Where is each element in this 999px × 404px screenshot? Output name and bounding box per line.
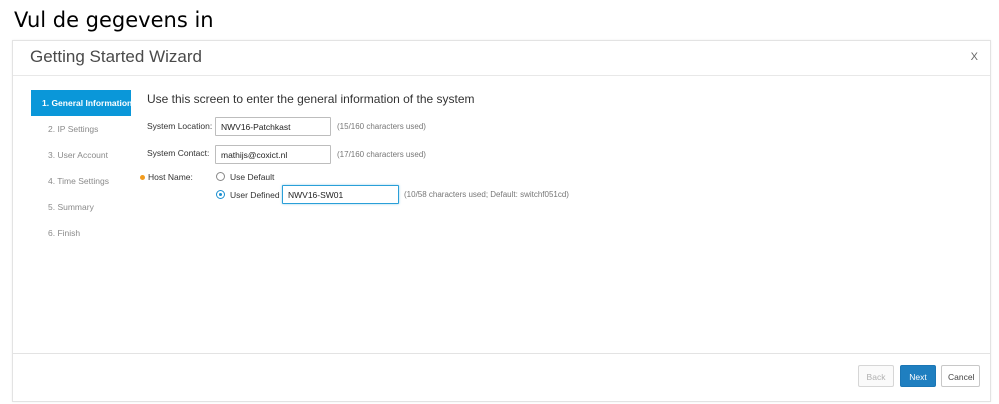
dialog-header: Getting Started Wizard X xyxy=(13,41,990,76)
step-user-account[interactable]: 3. User Account xyxy=(31,142,131,168)
back-button[interactable]: Back xyxy=(858,365,894,387)
use-default-radio[interactable] xyxy=(216,172,225,181)
host-name-input[interactable] xyxy=(282,185,399,204)
system-contact-input[interactable] xyxy=(215,145,331,164)
step-general-information[interactable]: 1. General Information xyxy=(31,90,132,116)
step-finish[interactable]: 6. Finish xyxy=(31,220,131,246)
step-ip-settings[interactable]: 2. IP Settings xyxy=(31,116,131,142)
step-time-settings[interactable]: 4. Time Settings xyxy=(31,168,131,194)
system-location-label: System Location: xyxy=(147,121,213,131)
host-name-char-count: (10/58 characters used; Default: switchf… xyxy=(404,190,569,199)
dialog-title: Getting Started Wizard xyxy=(30,47,202,66)
host-name-label: Host Name: xyxy=(148,172,193,182)
cancel-button[interactable]: Cancel xyxy=(941,365,980,387)
step-summary[interactable]: 5. Summary xyxy=(31,194,131,220)
wizard-dialog: Getting Started Wizard X 1. General Info… xyxy=(12,40,991,402)
next-button[interactable]: Next xyxy=(900,365,936,387)
use-default-label[interactable]: Use Default xyxy=(230,172,274,182)
required-marker-icon xyxy=(140,175,145,180)
page-title: Use this screen to enter the general inf… xyxy=(147,92,475,106)
user-defined-radio[interactable] xyxy=(216,190,225,199)
system-contact-char-count: (17/160 characters used) xyxy=(337,150,426,159)
user-defined-label[interactable]: User Defined xyxy=(230,190,280,200)
system-contact-label: System Contact: xyxy=(147,148,210,158)
footer-divider xyxy=(13,353,990,354)
close-button[interactable]: X xyxy=(971,51,978,63)
caption-title: Vul de gegevens in xyxy=(14,8,214,32)
wizard-steps-nav: 1. General Information 2. IP Settings 3.… xyxy=(31,90,132,246)
system-location-char-count: (15/160 characters used) xyxy=(337,122,426,131)
system-location-input[interactable] xyxy=(215,117,331,136)
